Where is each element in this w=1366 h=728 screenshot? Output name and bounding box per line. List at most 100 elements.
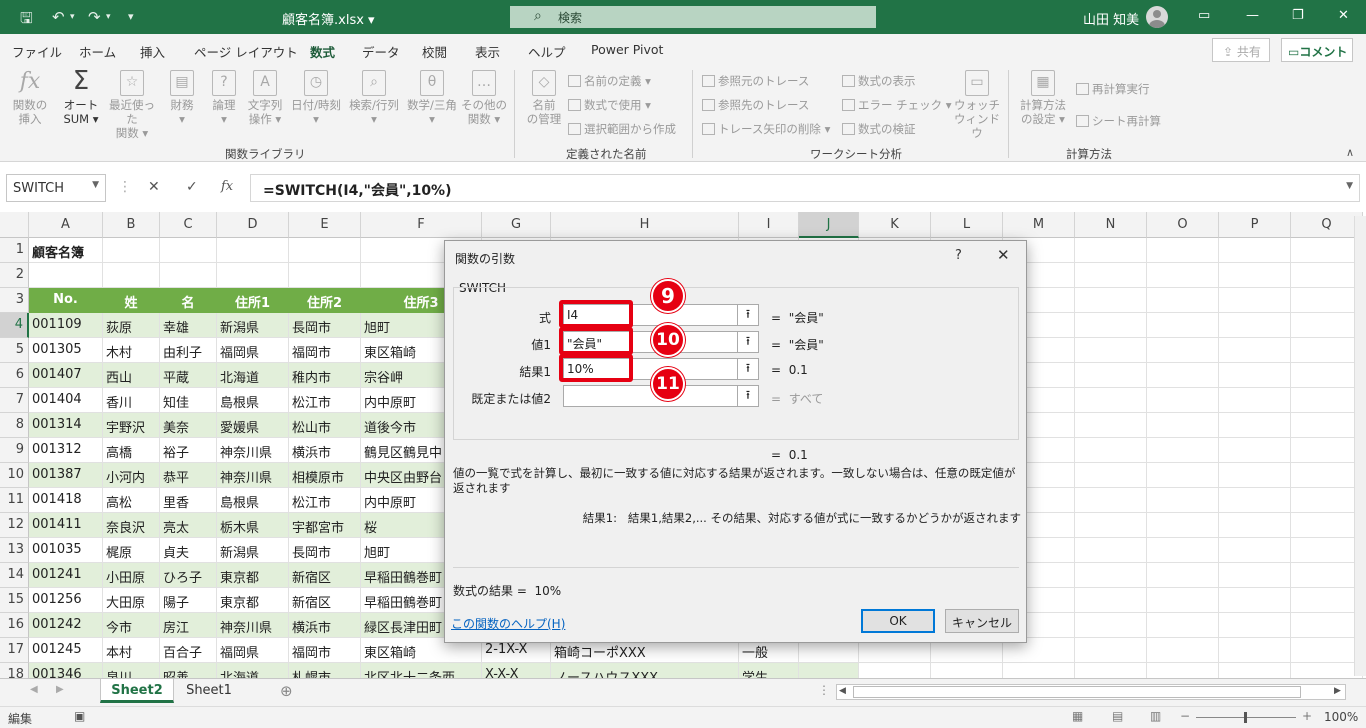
help-icon[interactable]: ? (955, 248, 962, 263)
cell[interactable] (1075, 263, 1147, 288)
cell[interactable] (160, 238, 217, 263)
column-header-d[interactable]: D (217, 212, 289, 238)
cell[interactable] (1219, 663, 1291, 678)
column-header-e[interactable]: E (289, 212, 361, 238)
cell[interactable] (1291, 438, 1363, 463)
cell[interactable] (1291, 338, 1363, 363)
cell[interactable]: 札幌市 (289, 663, 361, 678)
cell[interactable]: 福岡県 (217, 338, 289, 363)
cell[interactable] (1147, 288, 1219, 313)
cell[interactable]: 学生 (739, 663, 799, 678)
show-formulas-button[interactable]: 数式の表示 (842, 73, 916, 89)
cell[interactable] (29, 263, 103, 288)
cell[interactable] (1291, 413, 1363, 438)
cell[interactable] (1147, 438, 1219, 463)
horizontal-scroll-thumb[interactable] (853, 686, 1301, 698)
cell[interactable]: 横浜市 (289, 613, 361, 638)
cell[interactable] (1075, 663, 1147, 678)
cell[interactable]: 栃木県 (217, 513, 289, 538)
accessibility-icon[interactable]: ▣ (74, 709, 85, 723)
cell[interactable]: 高松 (103, 488, 160, 513)
cell[interactable]: 宇都宮市 (289, 513, 361, 538)
cell[interactable]: 泉川 (103, 663, 160, 678)
cell[interactable]: X-X-X (482, 663, 551, 678)
cell[interactable]: 001242 (29, 613, 103, 638)
row-header[interactable]: 17 (0, 638, 29, 663)
horizontal-scrollbar[interactable]: ◀ ▶ (836, 684, 1346, 700)
cell[interactable]: 房江 (160, 613, 217, 638)
cell[interactable]: 愛媛県 (217, 413, 289, 438)
cell[interactable]: 貞夫 (160, 538, 217, 563)
cell[interactable] (1147, 338, 1219, 363)
tab-home[interactable]: ホーム (79, 42, 116, 61)
ok-button[interactable]: OK (861, 609, 935, 633)
cell[interactable]: 由利子 (160, 338, 217, 363)
cell[interactable]: 横浜市 (289, 438, 361, 463)
collapse-dialog-icon[interactable]: ⭱ (737, 331, 759, 353)
cell[interactable]: 001404 (29, 388, 103, 413)
cell[interactable]: 松山市 (289, 413, 361, 438)
cell[interactable] (1147, 363, 1219, 388)
error-check-button[interactable]: エラー チェック ▾ (842, 97, 952, 113)
add-sheet-icon[interactable]: ⊕ (280, 682, 293, 700)
column-header-a[interactable]: A (29, 212, 103, 238)
tab-data[interactable]: データ (362, 42, 400, 61)
cell[interactable]: 住所1 (217, 288, 289, 313)
cell[interactable]: 高橋 (103, 438, 160, 463)
cell[interactable]: 001305 (29, 338, 103, 363)
cell[interactable] (1147, 563, 1219, 588)
cell[interactable]: 知佳 (160, 388, 217, 413)
cell[interactable] (103, 238, 160, 263)
cell[interactable] (1291, 363, 1363, 388)
column-header-m[interactable]: M (1003, 212, 1075, 238)
column-header-q[interactable]: Q (1291, 212, 1363, 238)
cell[interactable]: 平蔵 (160, 363, 217, 388)
cancel-button[interactable]: キャンセル (945, 609, 1019, 633)
cell[interactable]: 新潟県 (217, 538, 289, 563)
scroll-right-icon[interactable]: ▶ (1334, 686, 1341, 696)
row-header[interactable]: 4 (0, 313, 29, 338)
cell[interactable]: 新宿区 (289, 588, 361, 613)
column-header-o[interactable]: O (1147, 212, 1219, 238)
cell[interactable]: 神奈川県 (217, 438, 289, 463)
cell[interactable] (1219, 238, 1291, 263)
cell[interactable] (1075, 638, 1147, 663)
cell[interactable] (289, 263, 361, 288)
enter-icon[interactable]: ✓ (186, 179, 198, 195)
trace-dependents-button[interactable]: 参照先のトレース (702, 97, 809, 113)
window-title[interactable]: 顧客名簿.xlsx ▾ (282, 9, 375, 28)
cell[interactable] (1219, 388, 1291, 413)
tab-formulas[interactable]: 数式 (310, 42, 336, 69)
undo-dropdown-icon[interactable]: ▾ (70, 12, 75, 22)
cell[interactable] (1219, 363, 1291, 388)
cell[interactable]: 001245 (29, 638, 103, 663)
zoom-slider-thumb[interactable] (1244, 712, 1247, 723)
row-header[interactable]: 8 (0, 413, 29, 438)
cell[interactable]: 本村 (103, 638, 160, 663)
cell[interactable] (1291, 388, 1363, 413)
column-header-h[interactable]: H (551, 212, 739, 238)
ribbon-display-icon[interactable]: ▭ (1198, 8, 1210, 23)
collapse-dialog-icon[interactable]: ⭱ (737, 385, 759, 407)
row-header[interactable]: 2 (0, 263, 29, 288)
logical-button[interactable]: ? 論理 ▾ (206, 70, 242, 126)
page-layout-view-icon[interactable]: ▤ (1112, 709, 1123, 723)
cell[interactable] (1291, 663, 1363, 678)
cell[interactable]: 松江市 (289, 488, 361, 513)
cell[interactable] (1075, 388, 1147, 413)
cell[interactable]: 顧客名簿 (29, 238, 103, 263)
cell[interactable] (799, 663, 859, 678)
cell[interactable] (1147, 463, 1219, 488)
formula-input[interactable]: =SWITCH(I4,"会員",10%) ▼ (250, 174, 1360, 202)
column-header-c[interactable]: C (160, 212, 217, 238)
cell[interactable]: 陽子 (160, 588, 217, 613)
row-header[interactable]: 1 (0, 238, 29, 263)
cell[interactable] (1075, 488, 1147, 513)
column-header-p[interactable]: P (1219, 212, 1291, 238)
math-trig-button[interactable]: θ 数学/三角 ▾ (404, 70, 460, 126)
cell[interactable]: 001109 (29, 313, 103, 338)
column-header-f[interactable]: F (361, 212, 482, 238)
cell[interactable]: 宇野沢 (103, 413, 160, 438)
cell[interactable] (1219, 463, 1291, 488)
cell[interactable] (1219, 488, 1291, 513)
